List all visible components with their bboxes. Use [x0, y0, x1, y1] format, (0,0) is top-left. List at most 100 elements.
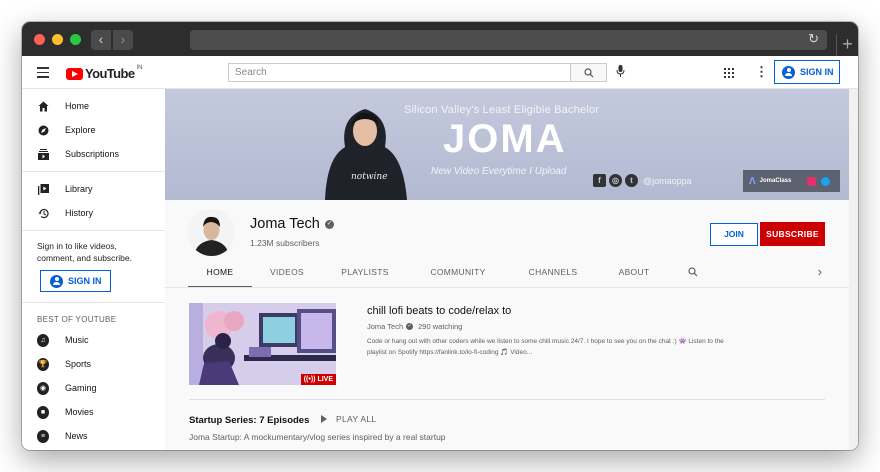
play-logo-icon — [66, 67, 83, 80]
maximize-window-button[interactable] — [70, 34, 81, 45]
sign-in-button[interactable]: SIGN IN — [774, 60, 840, 84]
sidebar-item-library[interactable]: Library — [22, 177, 165, 201]
shelf-title[interactable]: Startup Series: 7 Episodes — [189, 415, 309, 426]
tab-community[interactable]: COMMUNITY — [408, 261, 508, 288]
shirt-text: notwine — [351, 172, 388, 182]
play-all-button[interactable]: PLAY ALL — [321, 414, 376, 424]
twitter-link-icon[interactable] — [821, 176, 831, 186]
address-bar[interactable]: ↻ — [190, 30, 827, 50]
tab-videos[interactable]: VIDEOS — [252, 261, 322, 288]
menu-icon[interactable] — [37, 67, 49, 81]
featured-video-description: Code or hang out with other coders while… — [367, 338, 724, 356]
banner-subline: New Video Everytime I Upload — [431, 166, 567, 177]
twitter-icon: t — [625, 174, 638, 187]
channel-tabs: HOME VIDEOS PLAYLISTS COMMUNITY CHANNELS… — [188, 261, 828, 288]
tabs-divider — [165, 287, 849, 288]
search-input[interactable]: Search — [228, 63, 571, 82]
compass-icon — [37, 124, 49, 136]
gaming-icon: ◉ — [37, 381, 49, 395]
lofi-artwork — [189, 303, 336, 385]
sidebar-item-label: Sports — [65, 359, 92, 369]
movies-icon: ■ — [37, 405, 49, 419]
facebook-icon: f — [593, 174, 606, 187]
minimize-window-button[interactable] — [52, 34, 63, 45]
play-icon — [321, 415, 327, 423]
sidebar-item-label: Movies — [65, 407, 94, 417]
channel-links[interactable]: Λ JomaClass — [743, 170, 840, 192]
sidebar-item-movies[interactable]: ■ Movies — [22, 400, 165, 424]
sidebar-sign-in-button[interactable]: SIGN IN — [40, 270, 111, 292]
tab-home[interactable]: HOME — [188, 261, 252, 288]
subscribe-button[interactable]: SUBSCRIBE — [760, 222, 825, 246]
live-badge: ((•)) LIVE — [300, 374, 336, 385]
sidebar-divider — [22, 171, 165, 172]
signin-prompt: Sign in to like videos, comment, and sub… — [37, 241, 132, 263]
search-button[interactable] — [570, 63, 607, 82]
banner-headline: JOMA — [443, 117, 567, 161]
shelf-description: Joma Startup: A mockumentary/vlog series… — [189, 432, 446, 442]
country-code: IN — [136, 64, 143, 71]
close-window-button[interactable] — [34, 34, 45, 45]
history-icon — [37, 207, 49, 219]
channel-name-text: Joma Tech — [250, 216, 320, 232]
verified-icon: ✓ — [406, 323, 414, 330]
tab-about[interactable]: ABOUT — [598, 261, 670, 288]
sidebar-item-label: History — [65, 208, 94, 218]
best-of-youtube-heading: BEST OF YOUTUBE — [37, 315, 117, 324]
scrollbar[interactable] — [849, 89, 858, 450]
browser-toolbar: ‹ › ↻ + — [22, 22, 858, 56]
jomaclass-link[interactable]: JomaClass — [760, 178, 792, 184]
sidebar-item-sports[interactable]: 🏆 Sports — [22, 352, 165, 376]
search-icon — [583, 68, 593, 78]
sign-in-label: SIGN IN — [68, 276, 102, 286]
youtube-logo[interactable]: YouTube IN — [66, 64, 143, 81]
sidebar-item-label: Explore — [65, 125, 96, 135]
sidebar-item-label: Home — [65, 101, 90, 111]
new-tab-button[interactable]: + — [836, 34, 858, 56]
tab-playlists[interactable]: PLAYLISTS — [322, 261, 408, 288]
forward-button[interactable]: › — [113, 30, 133, 50]
sidebar-divider — [22, 302, 165, 303]
tab-search[interactable] — [678, 261, 708, 288]
sign-in-label: SIGN IN — [800, 67, 834, 77]
youtube-header: YouTube IN Search ⋮ SIGN IN — [22, 56, 858, 89]
featured-video-meta: Joma Tech ✓ 290 watching — [367, 322, 462, 331]
microphone-icon[interactable] — [616, 65, 625, 80]
sidebar-item-music[interactable]: ♫ Music — [22, 328, 165, 352]
settings-more-icon[interactable]: ⋮ — [755, 64, 768, 80]
sidebar-item-gaming[interactable]: ◉ Gaming — [22, 376, 165, 400]
browser-window: ‹ › ↻ + YouTube IN Search ⋮ SIGN IN Home… — [22, 22, 858, 450]
sidebar: Home Explore Subscriptions Library Histo… — [22, 89, 165, 450]
apps-grid-icon[interactable] — [724, 68, 734, 78]
sidebar-item-subscriptions[interactable]: Subscriptions — [22, 142, 165, 166]
back-button[interactable]: ‹ — [91, 30, 111, 50]
subscriptions-icon — [37, 148, 49, 160]
home-icon — [37, 100, 49, 112]
banner-socials: f ◎ t @jomaoppa — [593, 174, 692, 187]
video-channel-name[interactable]: Joma Tech — [367, 322, 403, 331]
verified-icon: ✓ — [324, 219, 334, 229]
channel-page: notwine Silicon Valley's Least Eligible … — [165, 89, 858, 450]
featured-video-title[interactable]: chill lofi beats to code/relax to — [367, 305, 511, 317]
play-all-label: PLAY ALL — [336, 414, 377, 424]
sidebar-item-explore[interactable]: Explore — [22, 118, 165, 142]
chevron-right-icon[interactable]: › — [810, 261, 830, 288]
channel-name: Joma Tech ✓ — [250, 216, 334, 232]
instagram-link-icon[interactable] — [807, 176, 817, 186]
sidebar-item-label: Music — [65, 335, 89, 345]
search-icon — [688, 267, 698, 277]
sidebar-item-home[interactable]: Home — [22, 94, 165, 118]
reload-icon[interactable]: ↻ — [808, 31, 819, 47]
subscriber-count: 1.23M subscribers — [250, 238, 320, 248]
banner-handle: @jomaoppa — [643, 175, 692, 186]
sidebar-item-label: Library — [65, 184, 93, 194]
join-button[interactable]: JOIN — [710, 223, 758, 246]
tab-channels[interactable]: CHANNELS — [508, 261, 598, 288]
channel-avatar[interactable] — [188, 209, 235, 256]
library-icon — [37, 183, 49, 195]
sidebar-item-history[interactable]: History — [22, 201, 165, 225]
featured-video-thumbnail[interactable]: ((•)) LIVE — [189, 303, 336, 385]
section-divider — [189, 399, 825, 400]
sidebar-item-news[interactable]: ≡ News — [22, 424, 165, 448]
account-icon — [782, 65, 795, 79]
